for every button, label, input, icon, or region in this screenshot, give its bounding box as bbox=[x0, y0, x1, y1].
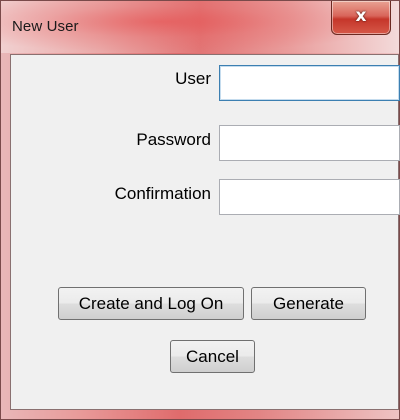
password-label: Password bbox=[136, 130, 211, 149]
window-title: New User bbox=[12, 18, 79, 35]
user-label: User bbox=[175, 69, 211, 88]
dialog-body: User Password Confirmation Create and Lo… bbox=[10, 54, 400, 410]
close-icon: x bbox=[355, 6, 367, 26]
title-bar[interactable]: New User x bbox=[1, 1, 399, 53]
close-button[interactable]: x bbox=[331, 1, 391, 35]
password-input[interactable] bbox=[219, 125, 400, 161]
cancel-button[interactable]: Cancel bbox=[170, 340, 255, 373]
confirmation-label: Confirmation bbox=[114, 184, 211, 203]
confirmation-input[interactable] bbox=[219, 179, 400, 215]
generate-button[interactable]: Generate bbox=[251, 287, 366, 320]
create-and-log-on-button[interactable]: Create and Log On bbox=[58, 287, 244, 320]
new-user-window: New User x User Password Confirmation Cr… bbox=[0, 0, 400, 420]
user-input[interactable] bbox=[219, 65, 400, 101]
